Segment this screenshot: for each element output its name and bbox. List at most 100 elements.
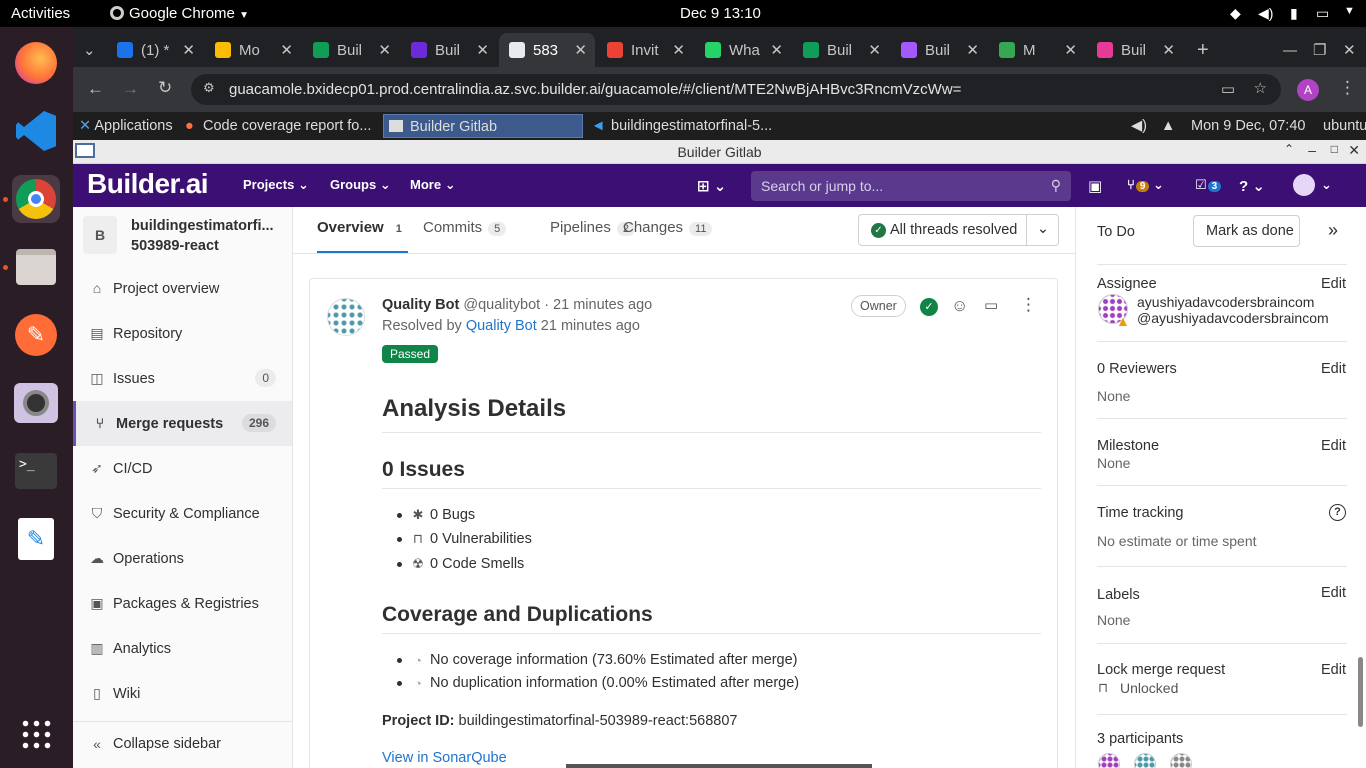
files-icon[interactable]: [12, 243, 60, 291]
browser-tab[interactable]: Buil ✕: [401, 33, 497, 67]
notification-bell-icon[interactable]: ▲: [1161, 118, 1175, 134]
profile-avatar[interactable]: A: [1297, 79, 1319, 101]
tab-commits[interactable]: Commits 5: [423, 219, 507, 236]
firefox-icon[interactable]: [12, 39, 60, 87]
reviewers-edit-link[interactable]: Edit: [1321, 361, 1346, 377]
close-tab-icon[interactable]: ✕: [574, 41, 587, 59]
assignee-username[interactable]: @ayushiyadavcodersbraincom: [1137, 310, 1329, 326]
close-tab-icon[interactable]: ✕: [868, 41, 881, 59]
task-vscode[interactable]: ◄ buildingestimatorfinal-5...: [587, 118, 787, 134]
clipboard-icon[interactable]: ▭: [1221, 80, 1235, 98]
remote-user[interactable]: ubuntu: [1323, 118, 1366, 134]
user-avatar[interactable]: [1293, 174, 1315, 196]
tab-overview[interactable]: Overview 1: [317, 219, 408, 253]
address-bar[interactable]: ⚙ guacamole.bxidecp01.prod.centralindia.…: [191, 74, 1281, 105]
author-username[interactable]: @qualitybot: [463, 297, 540, 313]
chrome-dock-icon[interactable]: [12, 175, 60, 223]
new-tab-button[interactable]: +: [1187, 33, 1217, 67]
resolve-thread-icon[interactable]: ✓: [920, 298, 938, 316]
maximize-button[interactable]: ❐: [1303, 33, 1327, 67]
back-icon[interactable]: ←: [87, 79, 104, 99]
assignee-edit-link[interactable]: Edit: [1321, 276, 1346, 292]
close-tab-icon[interactable]: ✕: [966, 41, 979, 59]
volume-tray-icon[interactable]: ◀): [1131, 118, 1147, 134]
sidebar-item-project-overview[interactable]: ⌂ Project overview: [73, 266, 292, 311]
participant-avatar[interactable]: [1170, 753, 1192, 768]
reply-comment-icon[interactable]: ▭: [984, 296, 998, 314]
wifi-icon[interactable]: ◆: [1230, 5, 1241, 22]
remote-clock[interactable]: Mon 9 Dec, 07:40: [1191, 118, 1305, 134]
window-shade-button[interactable]: ⌃: [1284, 142, 1294, 156]
question-icon[interactable]: ?: [1329, 504, 1346, 521]
window-close-button[interactable]: ✕: [1348, 142, 1360, 159]
view-in-sonarqube-link[interactable]: View in SonarQube: [382, 750, 507, 766]
new-item-plus-icon[interactable]: ⊞ ⌄: [697, 177, 726, 195]
battery-icon[interactable]: ▭: [1316, 5, 1329, 22]
window-minimize-button[interactable]: –: [1308, 142, 1316, 158]
applications-menu[interactable]: ✕ Applications: [79, 118, 173, 134]
minimize-button[interactable]: —: [1273, 33, 1297, 67]
sidebar-item-merge-requests[interactable]: ⑂ Merge requests 296: [73, 401, 292, 446]
mark-as-done-button[interactable]: Mark as done: [1193, 215, 1300, 247]
sidebar-item-packages-registries[interactable]: ▣ Packages & Registries: [73, 581, 292, 626]
browser-tab[interactable]: 583 ✕: [499, 33, 595, 67]
participant-avatar[interactable]: [1134, 753, 1156, 768]
participant-avatar[interactable]: [1098, 753, 1120, 768]
close-tab-icon[interactable]: ✕: [770, 41, 783, 59]
builder-logo[interactable]: Builder.ai: [87, 168, 209, 200]
close-window-button[interactable]: ✕: [1333, 33, 1357, 67]
close-tab-icon[interactable]: ✕: [280, 41, 293, 59]
more-actions-icon[interactable]: ⋮: [1020, 295, 1037, 315]
milestone-edit-link[interactable]: Edit: [1321, 438, 1346, 454]
activities-button[interactable]: Activities: [11, 5, 70, 22]
help-icon[interactable]: ? ⌄: [1239, 177, 1265, 195]
sidebar-item-wiki[interactable]: ▯ Wiki: [73, 671, 292, 716]
threads-resolved-button[interactable]: ✓ All threads resolved ⌄: [858, 214, 1059, 246]
site-info-icon[interactable]: ⚙: [203, 80, 215, 96]
issues-header-icon[interactable]: ▣: [1088, 177, 1102, 195]
sidebar-item-repository[interactable]: ▤ Repository: [73, 311, 292, 356]
system-clock[interactable]: Dec 9 13:10: [680, 5, 761, 22]
nav-groups[interactable]: Groups ⌄: [330, 177, 391, 193]
browser-tab[interactable]: Wha ✕: [695, 33, 791, 67]
text-editor-icon[interactable]: ✎: [12, 515, 60, 563]
mic-icon[interactable]: ▮: [1290, 5, 1298, 22]
bookmark-star-icon[interactable]: ☆: [1254, 79, 1267, 97]
app-menu[interactable]: Google Chrome ▼: [110, 5, 249, 22]
system-menu-icon[interactable]: ▼: [1344, 5, 1355, 17]
close-tab-icon[interactable]: ✕: [1064, 41, 1077, 59]
forward-icon[interactable]: →: [122, 79, 139, 99]
nav-projects[interactable]: Projects ⌄: [243, 177, 309, 193]
browser-tab[interactable]: (1) * ✕: [107, 33, 203, 67]
browser-tab[interactable]: Mo ✕: [205, 33, 301, 67]
tab-search-button[interactable]: ⌄: [75, 33, 105, 67]
resolved-by-link[interactable]: Quality Bot: [466, 318, 537, 334]
browser-tab[interactable]: Invit ✕: [597, 33, 693, 67]
close-tab-icon[interactable]: ✕: [378, 41, 391, 59]
project-avatar[interactable]: B: [83, 216, 117, 254]
close-tab-icon[interactable]: ✕: [476, 41, 489, 59]
nav-more[interactable]: More ⌄: [410, 177, 456, 193]
collapse-right-sidebar-icon[interactable]: »: [1328, 220, 1338, 241]
sidebar-item-operations[interactable]: ☁ Operations: [73, 536, 292, 581]
window-maximize-button[interactable]: □: [1331, 142, 1338, 156]
note-time[interactable]: · 21 minutes ago: [544, 297, 652, 313]
camera-icon[interactable]: [12, 379, 60, 427]
labels-edit-link[interactable]: Edit: [1321, 585, 1346, 601]
sidebar-item-ci-cd[interactable]: ➶ CI/CD: [73, 446, 292, 491]
close-tab-icon[interactable]: ✕: [672, 41, 685, 59]
browser-tab[interactable]: Buil ✕: [303, 33, 399, 67]
tab-changes[interactable]: Changes 11: [623, 219, 713, 236]
sidebar-item-issues[interactable]: ◫ Issues 0: [73, 356, 292, 401]
horizontal-scrollbar[interactable]: [566, 764, 872, 768]
postman-icon[interactable]: ✎: [12, 311, 60, 359]
browser-tab[interactable]: Buil ✕: [1087, 33, 1183, 67]
author-name[interactable]: Quality Bot: [382, 297, 459, 313]
chevron-down-icon[interactable]: ⌄: [1321, 177, 1332, 193]
chevron-down-icon[interactable]: ⌄: [1026, 215, 1059, 245]
assignee-name[interactable]: ayushiyadavcodersbraincom: [1137, 294, 1314, 310]
close-tab-icon[interactable]: ✕: [182, 41, 195, 59]
terminal-icon[interactable]: >_: [12, 447, 60, 495]
browser-tab[interactable]: Buil ✕: [793, 33, 889, 67]
browser-tab[interactable]: M ✕: [989, 33, 1085, 67]
